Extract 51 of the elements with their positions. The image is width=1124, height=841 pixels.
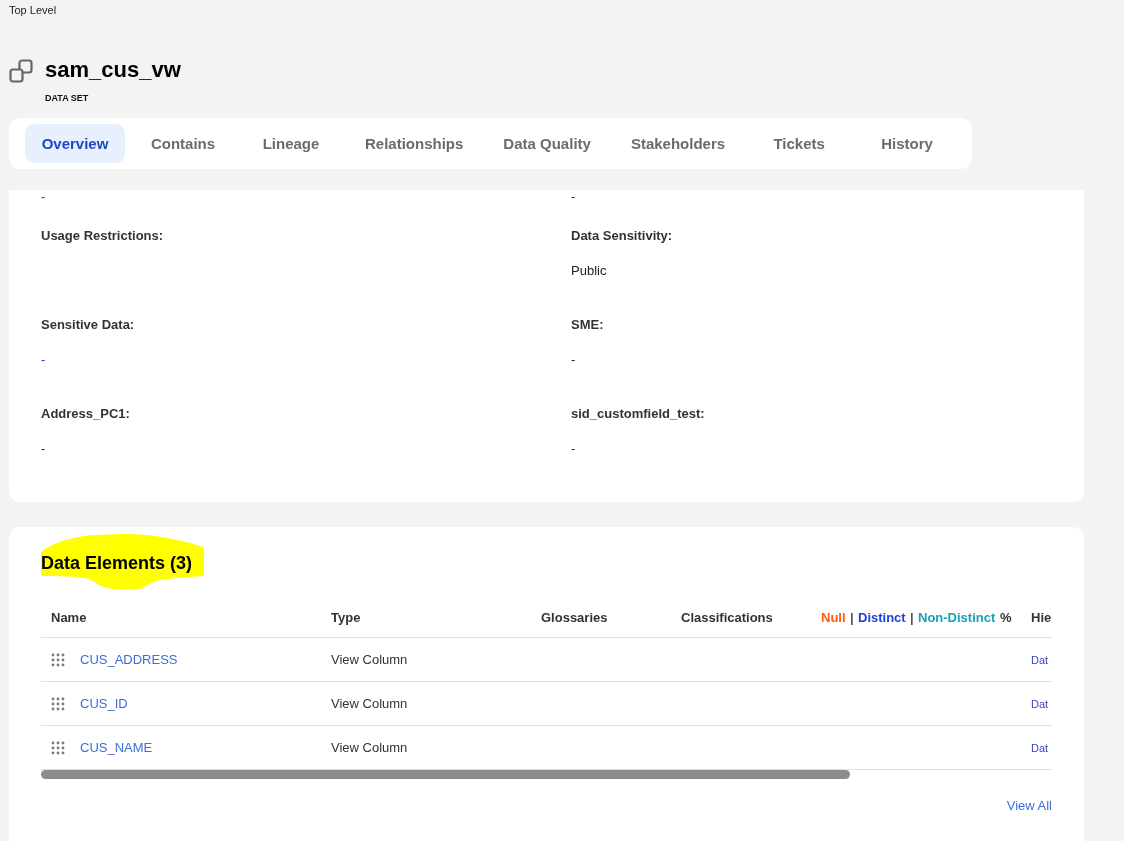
drag-handle-icon [51,652,65,667]
field-value: - [571,441,576,456]
drag-handle-icon [51,696,65,711]
column-header: Hie [1030,610,1052,625]
table-cell-text: View Column [330,696,409,711]
column-header: | [910,609,914,626]
tab[interactable]: Contains [133,124,233,163]
tab[interactable]: Data Quality [487,124,607,163]
table-link[interactable]: Dat [1031,654,1049,666]
field-value: Public [571,263,607,278]
field-label: Sensitive Data: [41,317,136,333]
view-all-link[interactable]: View All [1006,798,1052,814]
stacked-squares-icon [9,59,33,83]
field-label: Usage Restrictions: [41,228,165,244]
column-header: Distinct [858,609,906,626]
tab[interactable]: Tickets [749,124,850,163]
tab[interactable]: Relationships [349,124,480,163]
table-link[interactable]: Dat [1031,698,1049,710]
column-header: Non-Distinct [918,609,996,626]
field-label: Address_PC1: [41,406,131,422]
table-cell-text: View Column [330,740,409,755]
column-header: | [850,609,854,626]
element-link[interactable]: CUS_ADDRESS [80,652,178,667]
page-title: sam_cus_vw [45,57,181,83]
field-value: - [41,441,46,456]
element-link[interactable]: CUS_NAME [80,740,153,755]
column-header: Null [821,609,846,626]
tab[interactable]: Lineage [241,124,341,163]
field-label: Data Sensitivity: [571,228,674,244]
breadcrumb-link[interactable]: Top Level [9,3,57,17]
field-value: - [571,189,576,204]
element-link[interactable]: CUS_ID [80,696,128,711]
drag-handle-icon [51,740,65,755]
field-label: SME: [571,317,605,333]
column-header: Glossaries [540,610,609,625]
field-value: - [571,352,576,367]
column-header: Type [330,610,362,625]
column-header: Classifications [680,610,774,625]
tab[interactable]: History [857,124,958,163]
table-cell-text: View Column [330,652,409,667]
column-header: Name [50,610,88,625]
field-value-link[interactable]: - [41,189,46,204]
field-label: sid_customfield_test: [571,406,706,422]
field-value-link[interactable]: - [41,352,46,367]
type-label: DATA SET [45,92,89,104]
tab[interactable]: Overview [25,124,125,163]
tab[interactable]: Stakeholders [614,124,742,163]
section-heading: Data Elements (3) [41,552,193,575]
horizontal-scrollbar[interactable] [41,770,850,779]
table-link[interactable]: Dat [1031,742,1049,754]
column-header: % [1000,609,1012,626]
